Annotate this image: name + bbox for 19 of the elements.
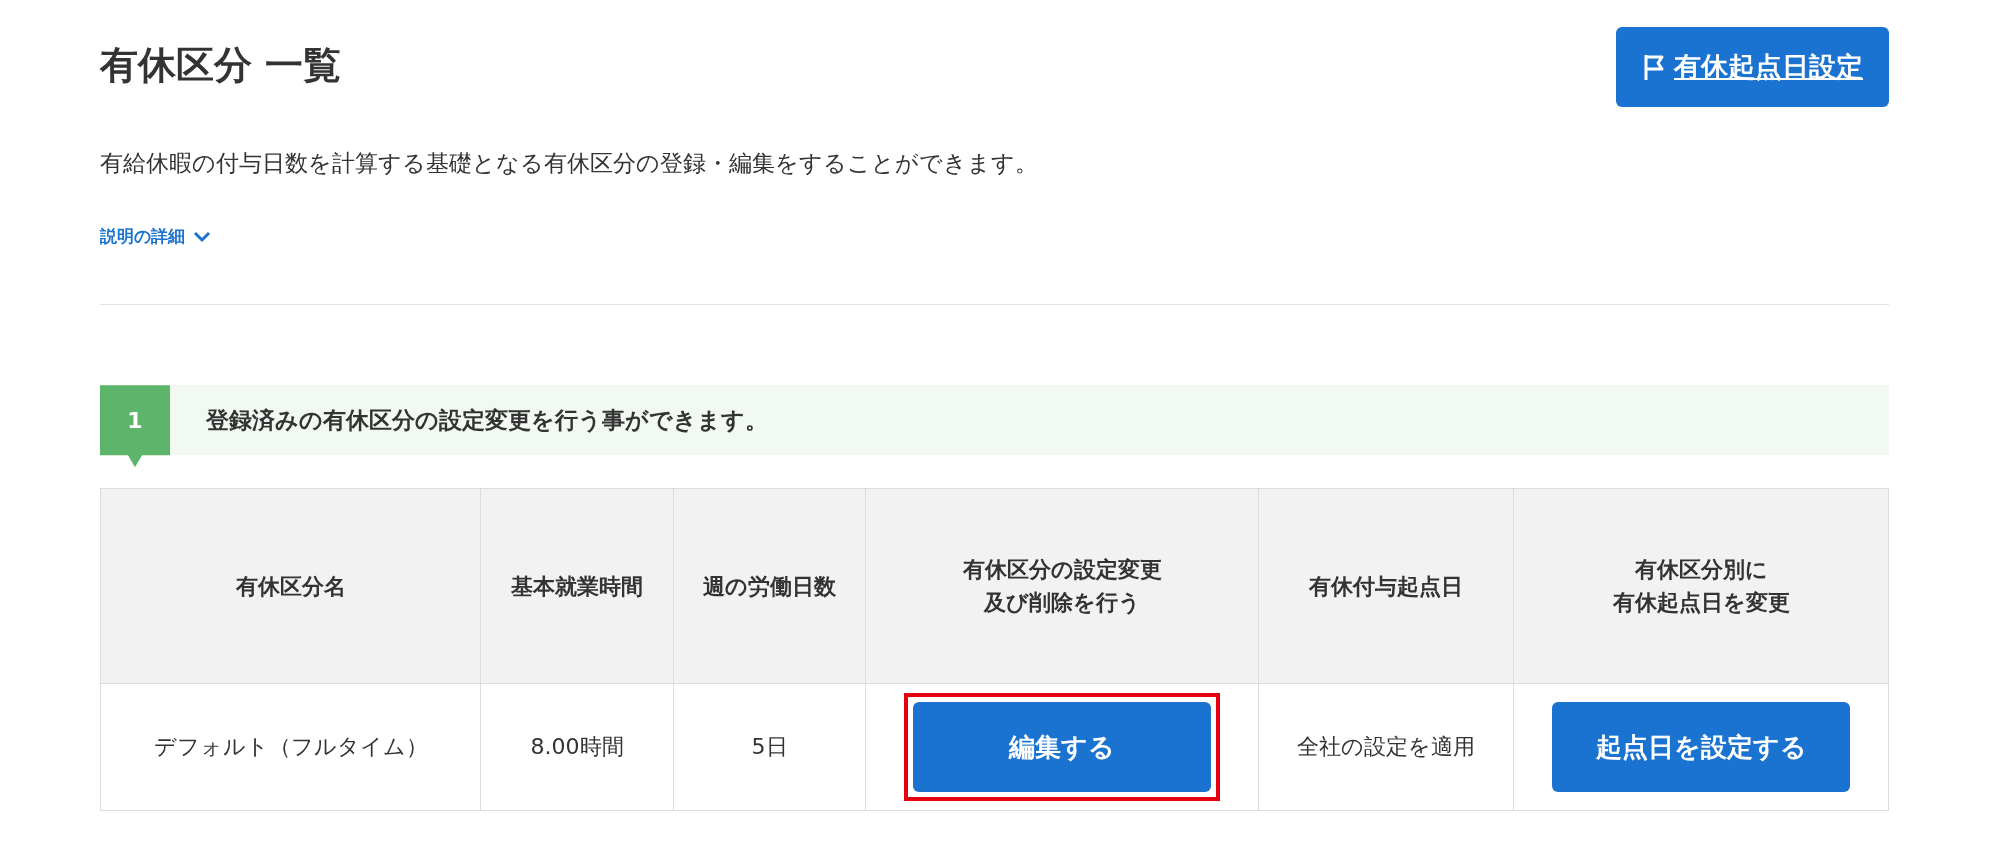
column-header: 基本就業時間	[480, 488, 674, 684]
step-badge: 1	[100, 385, 170, 468]
page-title: 有休区分 一覧	[100, 43, 342, 89]
column-header: 有休区分の設定変更 及び削除を行う	[865, 488, 1259, 684]
column-header: 有休区分名	[100, 488, 481, 684]
column-header: 有休区分別に 有休起点日を変更	[1513, 488, 1889, 684]
table-cell: 全社の設定を適用	[1258, 683, 1514, 811]
step-text: 登録済みの有休区分の設定変更を行う事ができます。	[206, 405, 768, 435]
table-cell: 8.00時間	[480, 683, 674, 811]
action-button[interactable]: 起点日を設定する	[1552, 702, 1851, 793]
page-description: 有給休暇の付与日数を計算する基礎となる有休区分の登録・編集をすることができます。	[100, 149, 1039, 178]
details-toggle[interactable]: 説明の詳細	[100, 225, 211, 249]
table-cell: デフォルト（フルタイム）	[100, 683, 481, 811]
start-date-settings-button[interactable]: 有休起点日設定	[1616, 27, 1889, 107]
chevron-icon	[193, 230, 211, 243]
table-cell: 5日	[673, 683, 866, 811]
column-header: 有休付与起点日	[1258, 488, 1514, 684]
action-button[interactable]: 編集する	[913, 702, 1212, 793]
column-header: 週の労働日数	[673, 488, 866, 684]
